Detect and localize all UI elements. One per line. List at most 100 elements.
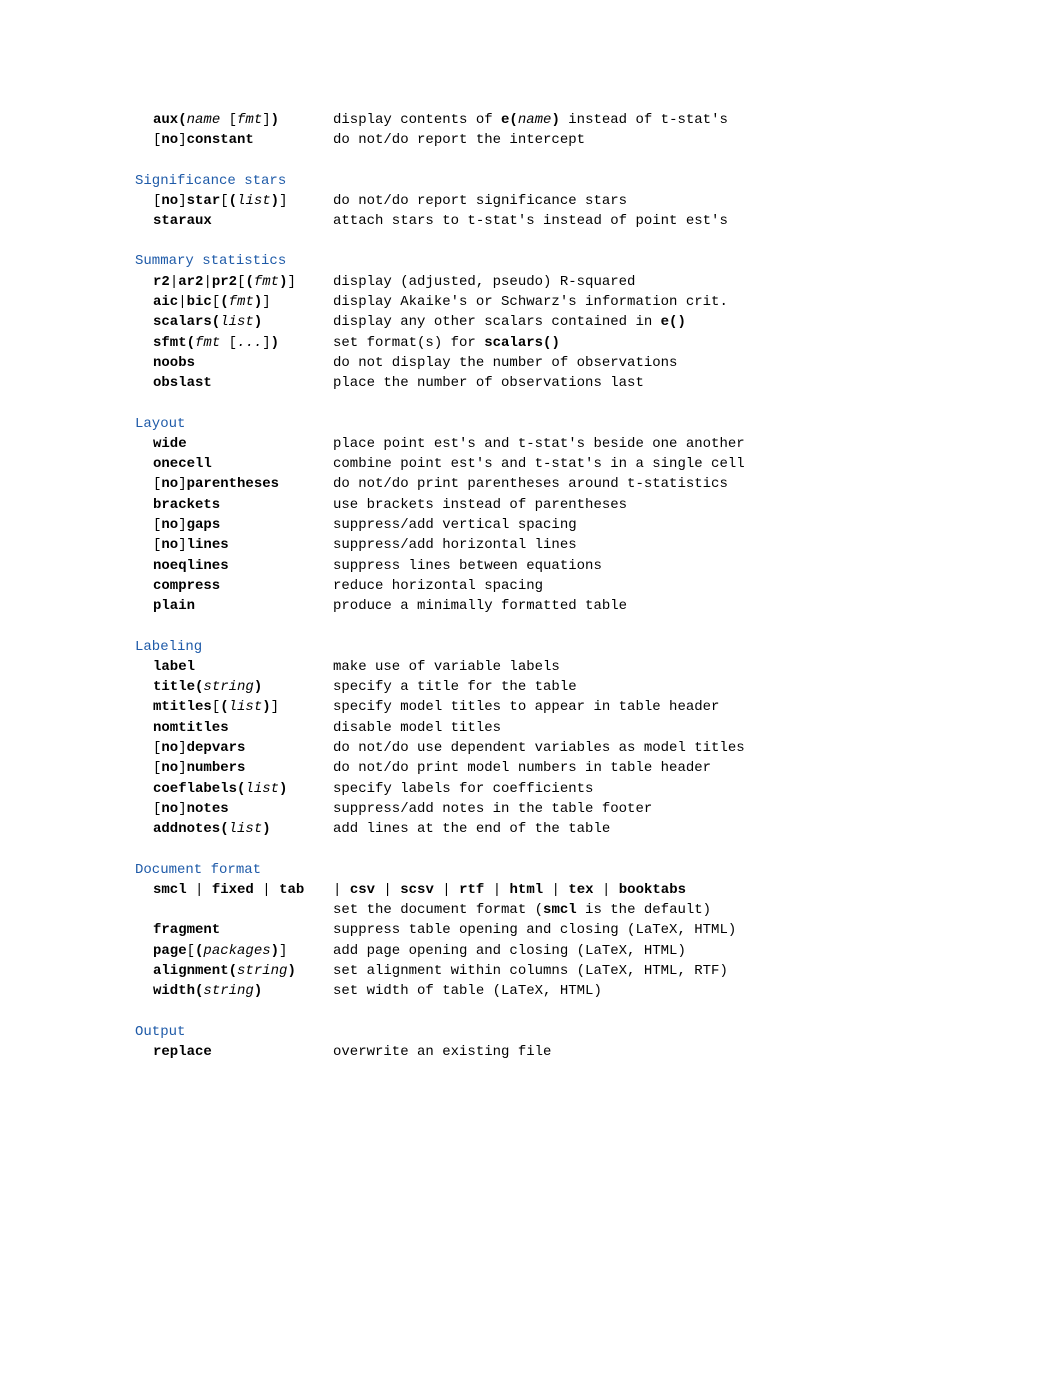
- option-term: noeqlines: [135, 556, 333, 576]
- option-term: scalars(list): [135, 312, 333, 332]
- option-row: [no]numbersdo not/do print model numbers…: [135, 758, 982, 778]
- option-term: nomtitles: [135, 718, 333, 738]
- option-term: r2|ar2|pr2[(fmt)]: [135, 272, 333, 292]
- option-row: addnotes(list)add lines at the end of th…: [135, 819, 982, 839]
- section-heading: Layout: [135, 414, 982, 434]
- option-row: [no]notessuppress/add notes in the table…: [135, 799, 982, 819]
- option-term: noobs: [135, 353, 333, 373]
- option-row: starauxattach stars to t-stat's instead …: [135, 211, 982, 231]
- option-term: [no]star[(list)]: [135, 191, 333, 211]
- option-description: | csv | scsv | rtf | html | tex | bookta…: [333, 880, 982, 900]
- option-term: brackets: [135, 495, 333, 515]
- option-row: [no]parenthesesdo not/do print parenthes…: [135, 474, 982, 494]
- option-term: onecell: [135, 454, 333, 474]
- option-row: noobsdo not display the number of observ…: [135, 353, 982, 373]
- option-term: fragment: [135, 920, 333, 940]
- option-term: smcl | fixed | tab: [135, 880, 333, 900]
- section-heading: Output: [135, 1022, 982, 1042]
- option-term: staraux: [135, 211, 333, 231]
- option-description: specify a title for the table: [333, 677, 982, 697]
- option-description: combine point est's and t-stat's in a si…: [333, 454, 982, 474]
- option-description: reduce horizontal spacing: [333, 576, 982, 596]
- option-term: aux(name [fmt]): [135, 110, 333, 130]
- option-term: replace: [135, 1042, 333, 1062]
- option-row: [no]gapssuppress/add vertical spacing: [135, 515, 982, 535]
- option-term: [no]numbers: [135, 758, 333, 778]
- option-term: [no]gaps: [135, 515, 333, 535]
- option-description: use brackets instead of parentheses: [333, 495, 982, 515]
- option-row: noeqlinessuppress lines between equation…: [135, 556, 982, 576]
- option-term: addnotes(list): [135, 819, 333, 839]
- option-description: produce a minimally formatted table: [333, 596, 982, 616]
- option-row: smcl | fixed | tab| csv | scsv | rtf | h…: [135, 880, 982, 900]
- option-term: wide: [135, 434, 333, 454]
- option-description: suppress/add horizontal lines: [333, 535, 982, 555]
- option-row: nomtitlesdisable model titles: [135, 718, 982, 738]
- option-term: alignment(string): [135, 961, 333, 981]
- section-heading: Labeling: [135, 637, 982, 657]
- option-row: aux(name [fmt])display contents of e(nam…: [135, 110, 982, 130]
- section-heading: Significance stars: [135, 171, 982, 191]
- option-description: attach stars to t-stat's instead of poin…: [333, 211, 982, 231]
- option-description: add page opening and closing (LaTeX, HTM…: [333, 941, 982, 961]
- option-description: set the document format (smcl is the def…: [333, 900, 982, 920]
- option-row: bracketsuse brackets instead of parenthe…: [135, 495, 982, 515]
- option-row: labelmake use of variable labels: [135, 657, 982, 677]
- section-heading: Document format: [135, 860, 982, 880]
- option-term: obslast: [135, 373, 333, 393]
- option-description: place the number of observations last: [333, 373, 982, 393]
- option-term: coeflabels(list): [135, 779, 333, 799]
- option-term: sfmt(fmt [...]): [135, 333, 333, 353]
- help-page: aux(name [fmt])display contents of e(nam…: [135, 110, 982, 1062]
- option-description: do not/do print parentheses around t-sta…: [333, 474, 982, 494]
- option-term: [no]lines: [135, 535, 333, 555]
- option-row: obslastplace the number of observations …: [135, 373, 982, 393]
- option-row: fragmentsuppress table opening and closi…: [135, 920, 982, 940]
- option-description: specify model titles to appear in table …: [333, 697, 982, 717]
- option-term: plain: [135, 596, 333, 616]
- option-description: disable model titles: [333, 718, 982, 738]
- option-description: suppress/add vertical spacing: [333, 515, 982, 535]
- option-term: [no]depvars: [135, 738, 333, 758]
- option-description: display Akaike's or Schwarz's informatio…: [333, 292, 982, 312]
- option-row: wideplace point est's and t-stat's besid…: [135, 434, 982, 454]
- option-description: specify labels for coefficients: [333, 779, 982, 799]
- option-term: label: [135, 657, 333, 677]
- option-description: do not display the number of observation…: [333, 353, 982, 373]
- option-description: add lines at the end of the table: [333, 819, 982, 839]
- option-description: display any other scalars contained in e…: [333, 312, 982, 332]
- option-term: [no]constant: [135, 130, 333, 150]
- option-description: suppress/add notes in the table footer: [333, 799, 982, 819]
- option-row: alignment(string)set alignment within co…: [135, 961, 982, 981]
- option-row: [no]constantdo not/do report the interce…: [135, 130, 982, 150]
- option-row: replaceoverwrite an existing file: [135, 1042, 982, 1062]
- option-term: width(string): [135, 981, 333, 1001]
- option-description: do not/do report significance stars: [333, 191, 982, 211]
- option-row: coeflabels(list)specify labels for coeff…: [135, 779, 982, 799]
- option-description: set format(s) for scalars(): [333, 333, 982, 353]
- option-row: scalars(list)display any other scalars c…: [135, 312, 982, 332]
- option-row: plainproduce a minimally formatted table: [135, 596, 982, 616]
- option-description: place point est's and t-stat's beside on…: [333, 434, 982, 454]
- option-description: display (adjusted, pseudo) R-squared: [333, 272, 982, 292]
- option-row: [no]depvarsdo not/do use dependent varia…: [135, 738, 982, 758]
- option-row: sfmt(fmt [...])set format(s) for scalars…: [135, 333, 982, 353]
- option-row: title(string)specify a title for the tab…: [135, 677, 982, 697]
- option-term: title(string): [135, 677, 333, 697]
- option-term: page[(packages)]: [135, 941, 333, 961]
- option-description: set alignment within columns (LaTeX, HTM…: [333, 961, 982, 981]
- option-row: compressreduce horizontal spacing: [135, 576, 982, 596]
- option-term: compress: [135, 576, 333, 596]
- option-description: suppress lines between equations: [333, 556, 982, 576]
- option-description: suppress table opening and closing (LaTe…: [333, 920, 982, 940]
- option-row: onecellcombine point est's and t-stat's …: [135, 454, 982, 474]
- option-row: [no]star[(list)]do not/do report signifi…: [135, 191, 982, 211]
- option-description: do not/do print model numbers in table h…: [333, 758, 982, 778]
- option-description: do not/do use dependent variables as mod…: [333, 738, 982, 758]
- option-term: mtitles[(list)]: [135, 697, 333, 717]
- section-heading: Summary statistics: [135, 251, 982, 271]
- option-description: overwrite an existing file: [333, 1042, 982, 1062]
- option-description: display contents of e(name) instead of t…: [333, 110, 982, 130]
- option-row: page[(packages)]add page opening and clo…: [135, 941, 982, 961]
- option-term: aic|bic[(fmt)]: [135, 292, 333, 312]
